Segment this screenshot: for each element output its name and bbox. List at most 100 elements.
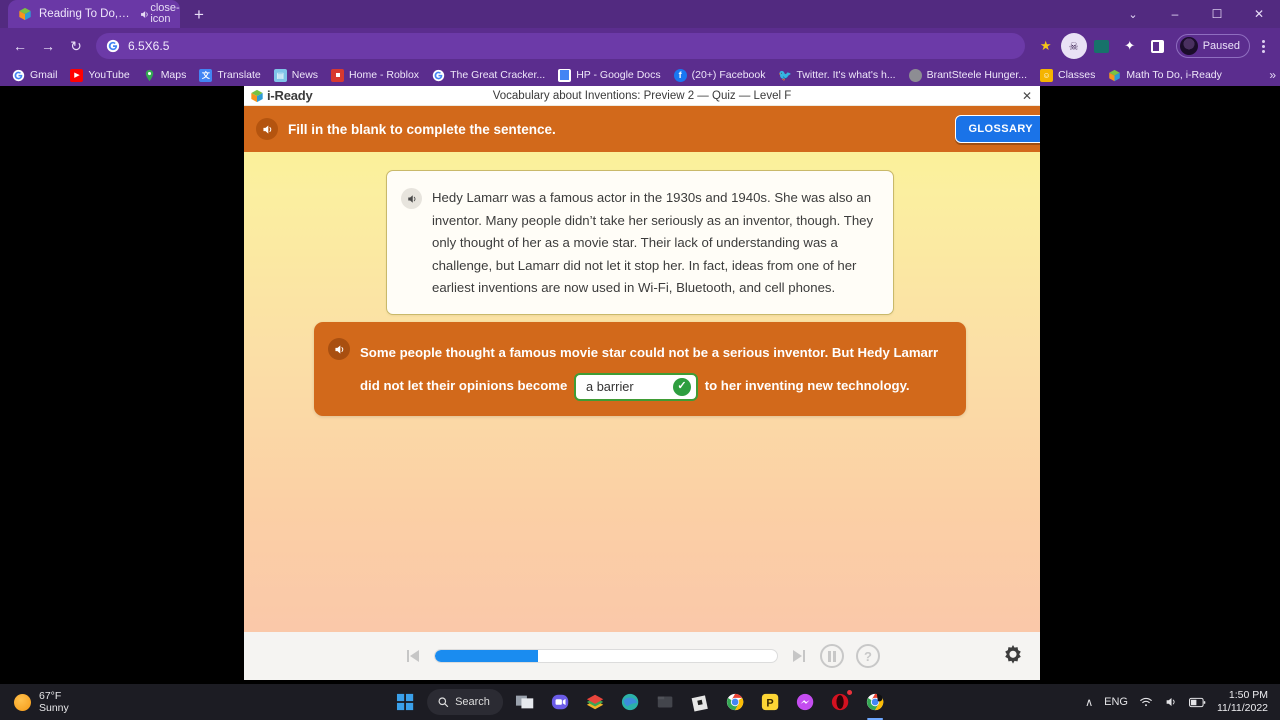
address-bar-value: 6.5X6.5: [128, 39, 170, 53]
settings-gear-icon[interactable]: [1000, 643, 1026, 669]
next-button[interactable]: [790, 647, 808, 665]
paint-icon[interactable]: P: [757, 689, 783, 715]
tab-search-button[interactable]: ⌄: [1112, 0, 1154, 28]
glossary-button[interactable]: GLOSSARY: [955, 115, 1040, 143]
instruction-text: Fill in the blank to complete the senten…: [288, 121, 556, 137]
bookmark-label: Twitter. It's what's h...: [796, 69, 896, 81]
svg-text:P: P: [766, 698, 773, 710]
translate-icon: 文: [199, 68, 213, 82]
weather-text: 67°F Sunny: [39, 690, 69, 715]
youtube-icon: ▶: [70, 68, 84, 82]
search-label: Search: [455, 696, 490, 708]
volume-icon[interactable]: [1164, 695, 1178, 709]
answer-input[interactable]: a barrier ✓: [574, 372, 699, 401]
system-tray: ∧ ENG 1:50 PM 11/11/2022: [1085, 689, 1280, 715]
bookmark-item[interactable]: f (20+) Facebook: [668, 67, 772, 84]
weather-condition: Sunny: [39, 702, 69, 714]
edge-icon[interactable]: [617, 689, 643, 715]
bookmark-label: YouTube: [88, 69, 130, 81]
bookmark-item[interactable]: Maps: [137, 67, 193, 84]
bookmark-label: Gmail: [30, 69, 58, 81]
search-button[interactable]: Search: [427, 689, 503, 715]
task-view-icon[interactable]: [512, 689, 538, 715]
close-icon[interactable]: close-icon: [150, 3, 179, 25]
address-bar[interactable]: 6.5X6.5: [96, 33, 1025, 59]
bookmark-star-icon[interactable]: ★: [1033, 33, 1059, 59]
bookmark-item[interactable]: BrantSteele Hunger...: [903, 67, 1033, 84]
progress-bar[interactable]: [434, 649, 778, 663]
roblox-icon[interactable]: [687, 689, 713, 715]
close-window-button[interactable]: ✕: [1238, 0, 1280, 28]
wifi-icon[interactable]: [1139, 695, 1153, 709]
screen: Reading To Do, i-Ready close-icon + ⌄ – …: [0, 0, 1280, 720]
chrome-active-icon[interactable]: [862, 689, 888, 715]
question-text-after: to her inventing new technology.: [704, 378, 910, 393]
bookmark-item[interactable]: 文 Translate: [193, 67, 266, 84]
news-icon: ▤: [273, 68, 287, 82]
speaker-icon[interactable]: [401, 188, 422, 209]
start-button[interactable]: [392, 689, 418, 715]
weather-widget[interactable]: 67°F Sunny: [0, 690, 69, 715]
passage-card: Hedy Lamarr was a famous actor in the 19…: [386, 170, 894, 315]
bookmarks-bar: Gmail ▶ YouTube Maps 文 Translate ▤ News …: [0, 64, 1280, 86]
back-button[interactable]: ←: [6, 32, 34, 60]
bookmark-item[interactable]: Gmail: [6, 67, 63, 84]
speaker-icon[interactable]: [256, 118, 278, 140]
extension-skull-icon[interactable]: ☠: [1060, 33, 1087, 59]
clock-date: 11/11/2022: [1217, 702, 1268, 714]
speaker-icon[interactable]: [328, 338, 350, 360]
bookmark-item[interactable]: Home - Roblox: [325, 67, 425, 84]
new-tab-button[interactable]: +: [186, 1, 212, 27]
toolbar-icons: ★ ☠ ✦ Paused: [1033, 33, 1274, 59]
bookmark-item[interactable]: 🐦 Twitter. It's what's h...: [772, 67, 901, 84]
browser-tab[interactable]: Reading To Do, i-Ready close-icon: [8, 0, 180, 28]
close-icon[interactable]: ✕: [1022, 86, 1032, 106]
battery-icon[interactable]: [1189, 697, 1206, 708]
previous-button[interactable]: [404, 647, 422, 665]
tab-title: Reading To Do, i-Ready: [39, 8, 130, 20]
speaker-icon[interactable]: [137, 7, 151, 21]
question-card: Some people thought a famous movie star …: [314, 322, 966, 416]
messenger-icon[interactable]: [792, 689, 818, 715]
bookmark-item[interactable]: ▶ YouTube: [64, 67, 135, 84]
page-title: Vocabulary about Inventions: Preview 2 —…: [492, 89, 792, 102]
reload-button[interactable]: ↻: [62, 32, 90, 60]
bookmark-item[interactable]: Math To Do, i-Ready: [1102, 67, 1228, 84]
minimize-button[interactable]: –: [1154, 0, 1196, 28]
modal-header: i-Ready Vocabulary about Inventions: Pre…: [244, 86, 1040, 106]
file-explorer-icon[interactable]: [652, 689, 678, 715]
kebab-menu-icon[interactable]: [1252, 33, 1274, 59]
bookmark-item[interactable]: ▤ News: [268, 67, 324, 84]
language-indicator[interactable]: ENG: [1104, 696, 1128, 708]
help-button[interactable]: ?: [856, 644, 880, 668]
gmail-icon: [12, 69, 25, 82]
extensions-puzzle-icon[interactable]: ✦: [1117, 33, 1143, 59]
clock[interactable]: 1:50 PM 11/11/2022: [1217, 689, 1268, 715]
bookmark-item[interactable]: ☺ Classes: [1034, 67, 1101, 84]
notification-badge: [845, 689, 853, 696]
bookmark-item[interactable]: HP - Google Docs: [552, 67, 666, 84]
pause-button[interactable]: [820, 644, 844, 668]
progress-fill: [435, 650, 538, 662]
chrome-icon[interactable]: [722, 689, 748, 715]
bookmark-label: BrantSteele Hunger...: [926, 69, 1027, 81]
opera-icon[interactable]: [827, 689, 853, 715]
google-icon: [106, 39, 120, 53]
sun-icon: [14, 693, 31, 711]
bookmark-label: Maps: [160, 69, 187, 81]
classes-icon: ☺: [1040, 68, 1053, 82]
bookmarks-overflow-button[interactable]: »: [1269, 68, 1276, 82]
tray-overflow-icon[interactable]: ∧: [1085, 696, 1093, 709]
zoom-icon[interactable]: [547, 689, 573, 715]
profile-chip[interactable]: Paused: [1175, 34, 1250, 58]
side-panel-icon[interactable]: [1145, 33, 1171, 59]
clock-time: 1:50 PM: [1228, 689, 1268, 701]
bookmark-item[interactable]: The Great Cracker...: [426, 67, 551, 84]
maximize-button[interactable]: ☐: [1196, 0, 1238, 28]
bookmark-label: Home - Roblox: [349, 69, 420, 81]
i-ready-favicon: [1108, 69, 1121, 82]
player-controls: ?: [244, 632, 1040, 680]
forward-button[interactable]: →: [34, 32, 62, 60]
extension-teal-icon[interactable]: [1089, 33, 1115, 59]
books-icon[interactable]: [582, 689, 608, 715]
